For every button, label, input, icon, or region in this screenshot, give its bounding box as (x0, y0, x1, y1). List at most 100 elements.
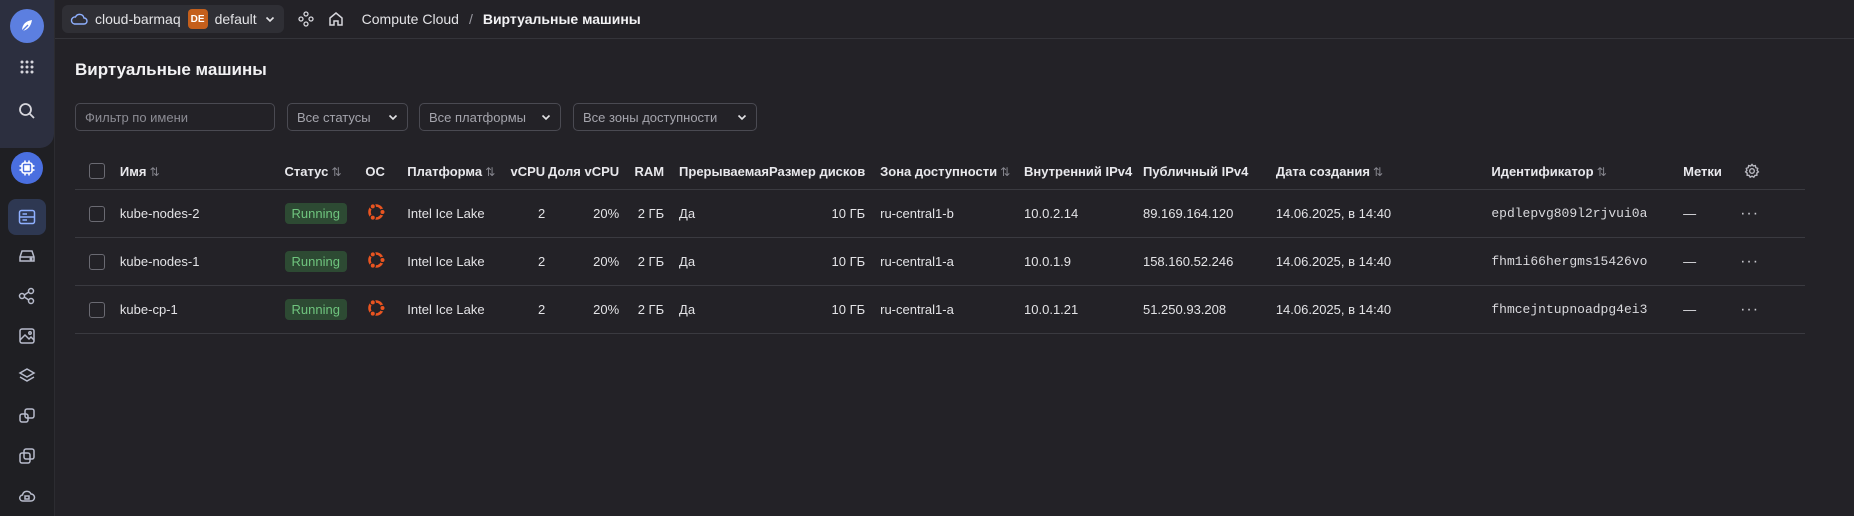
table-row[interactable]: kube-nodes-2 Running Intel Ice Lake 2 20… (75, 189, 1805, 238)
instance-groups-nav-icon[interactable] (12, 401, 42, 431)
sort-icon[interactable]: ⇅ (485, 165, 495, 179)
breadcrumb-compute-cloud[interactable]: Compute Cloud (362, 11, 459, 27)
sort-icon[interactable]: ⇅ (1000, 165, 1010, 179)
vm-name[interactable]: kube-cp-1 (119, 285, 285, 334)
id-cell: epdlepvg809l2rjvui0a (1491, 189, 1684, 238)
status-filter-select[interactable]: Все статусы (287, 103, 408, 131)
gear-icon[interactable] (1744, 163, 1760, 179)
sort-icon[interactable]: ⇅ (1373, 165, 1383, 179)
platform-filter-select[interactable]: Все платформы (419, 103, 561, 131)
sort-icon[interactable]: ⇅ (331, 165, 341, 179)
column-header-disk-size: Размер дисков (769, 153, 866, 190)
chevron-down-icon (737, 114, 747, 121)
status-badge: Running (284, 251, 347, 272)
column-header-public-ipv4: Публичный IPv4 (1142, 153, 1276, 190)
vm-name[interactable]: kube-nodes-1 (119, 237, 285, 286)
row-select-cell (75, 285, 120, 334)
column-header-zone[interactable]: Зона доступности ⇅ (880, 153, 1025, 190)
preemptible-cell: Да (679, 189, 770, 238)
table-row[interactable]: kube-cp-1 Running Intel Ice Lake 2 20% 2… (75, 285, 1805, 334)
disk-size-cell: 10 ГБ (769, 285, 866, 334)
cloud-backup-nav-icon[interactable] (12, 481, 42, 511)
internal-ipv4-cell: 10.0.1.9 (1024, 237, 1143, 286)
ubuntu-icon (368, 203, 387, 221)
column-spacer (664, 153, 680, 190)
public-ipv4-cell: 89.169.164.120 (1142, 189, 1276, 238)
vcpu-cell: 2 (510, 237, 546, 286)
vcpu-cell: 2 (510, 189, 546, 238)
platform-cell: Intel Ice Lake (407, 285, 511, 334)
labels-cell: — (1683, 189, 1741, 238)
vcpu-share-cell: 20% (545, 189, 620, 238)
platform-filter-value: Все платформы (429, 109, 526, 125)
home-icon[interactable] (328, 11, 344, 27)
table-header-row: Имя ⇅ Статус ⇅ ОС Платформа ⇅ vCPU Доля vCP… (75, 153, 1805, 190)
row-checkbox[interactable] (89, 205, 105, 222)
column-header-status[interactable]: Статус ⇅ (284, 153, 366, 190)
id-cell: fhmcejntupnoadpg4ei3 (1491, 285, 1684, 334)
os-cell (365, 189, 408, 238)
search-icon[interactable] (12, 96, 42, 126)
ram-cell: 2 ГБ (619, 189, 665, 238)
actions-cell: ··· (1740, 237, 1805, 286)
column-header-platform[interactable]: Платформа ⇅ (407, 153, 511, 190)
compute-cloud-service-icon[interactable] (11, 152, 43, 184)
layers-nav-icon[interactable] (12, 361, 42, 391)
preemptible-cell: Да (679, 285, 770, 334)
zone-filter-value: Все зоны доступности (583, 109, 718, 125)
breadcrumb-current: Виртуальные машины (482, 11, 641, 27)
more-actions-icon[interactable]: ··· (1740, 253, 1759, 270)
cloud-folder-selector[interactable]: cloud-barmaq DE default (62, 5, 284, 33)
labels-cell: — (1683, 285, 1741, 334)
images-nav-icon[interactable] (12, 321, 42, 351)
vm-table: Имя ⇅ Статус ⇅ ОС Платформа ⇅ vCPU Доля vCP… (75, 153, 1805, 334)
public-ipv4-cell: 158.160.52.246 (1142, 237, 1276, 286)
select-all-checkbox[interactable] (89, 163, 105, 180)
placement-groups-nav-icon[interactable] (12, 441, 42, 471)
name-filter-input[interactable] (75, 103, 275, 131)
yandex-cloud-logo-icon[interactable] (10, 9, 44, 43)
actions-cell: ··· (1740, 285, 1805, 334)
column-header-os: ОС (365, 153, 408, 190)
column-header-internal-ipv4: Внутренний IPv4 (1024, 153, 1143, 190)
virtual-machines-nav-icon[interactable] (8, 199, 46, 235)
spacer-cell (865, 285, 881, 334)
vm-name[interactable]: kube-nodes-2 (119, 189, 285, 238)
chevron-down-icon (388, 114, 398, 121)
status-cell: Running (284, 189, 366, 238)
disks-nav-icon[interactable] (12, 241, 42, 271)
created-cell: 14.06.2025, в 14:40 (1275, 285, 1492, 334)
spacer-cell (664, 189, 680, 238)
status-badge: Running (284, 203, 347, 224)
more-actions-icon[interactable]: ··· (1740, 205, 1759, 222)
status-cell: Running (284, 285, 366, 334)
column-header-vcpu-share: Доля vCPU (545, 153, 620, 190)
ram-cell: 2 ГБ (619, 237, 665, 286)
apps-grid-icon[interactable] (12, 52, 42, 82)
id-cell: fhm1i66hergms15426vo (1491, 237, 1684, 286)
created-cell: 14.06.2025, в 14:40 (1275, 189, 1492, 238)
column-header-id[interactable]: Идентификатор ⇅ (1491, 153, 1684, 190)
platform-cell: Intel Ice Lake (407, 189, 511, 238)
column-header-ram: RAM (619, 153, 665, 190)
chevron-down-icon (265, 16, 274, 23)
breadcrumb-separator: / (468, 11, 473, 27)
os-cell (365, 285, 408, 334)
snapshots-nav-icon[interactable] (12, 281, 42, 311)
row-checkbox[interactable] (89, 301, 105, 318)
internal-ipv4-cell: 10.0.1.21 (1024, 285, 1143, 334)
column-header-created[interactable]: Дата создания ⇅ (1275, 153, 1492, 190)
vcpu-cell: 2 (510, 285, 546, 334)
table-row[interactable]: kube-nodes-1 Running Intel Ice Lake 2 20… (75, 237, 1805, 286)
actions-cell: ··· (1740, 189, 1805, 238)
service-map-icon[interactable] (298, 11, 314, 27)
more-actions-icon[interactable]: ··· (1740, 301, 1759, 318)
sort-icon[interactable]: ⇅ (1597, 165, 1607, 179)
sort-icon[interactable]: ⇅ (149, 165, 159, 179)
ubuntu-icon (368, 251, 387, 269)
row-checkbox[interactable] (89, 253, 105, 270)
public-ipv4-cell: 51.250.93.208 (1142, 285, 1276, 334)
zone-filter-select[interactable]: Все зоны доступности (573, 103, 757, 131)
column-header-name[interactable]: Имя ⇅ (119, 153, 285, 190)
spacer-cell (664, 285, 680, 334)
